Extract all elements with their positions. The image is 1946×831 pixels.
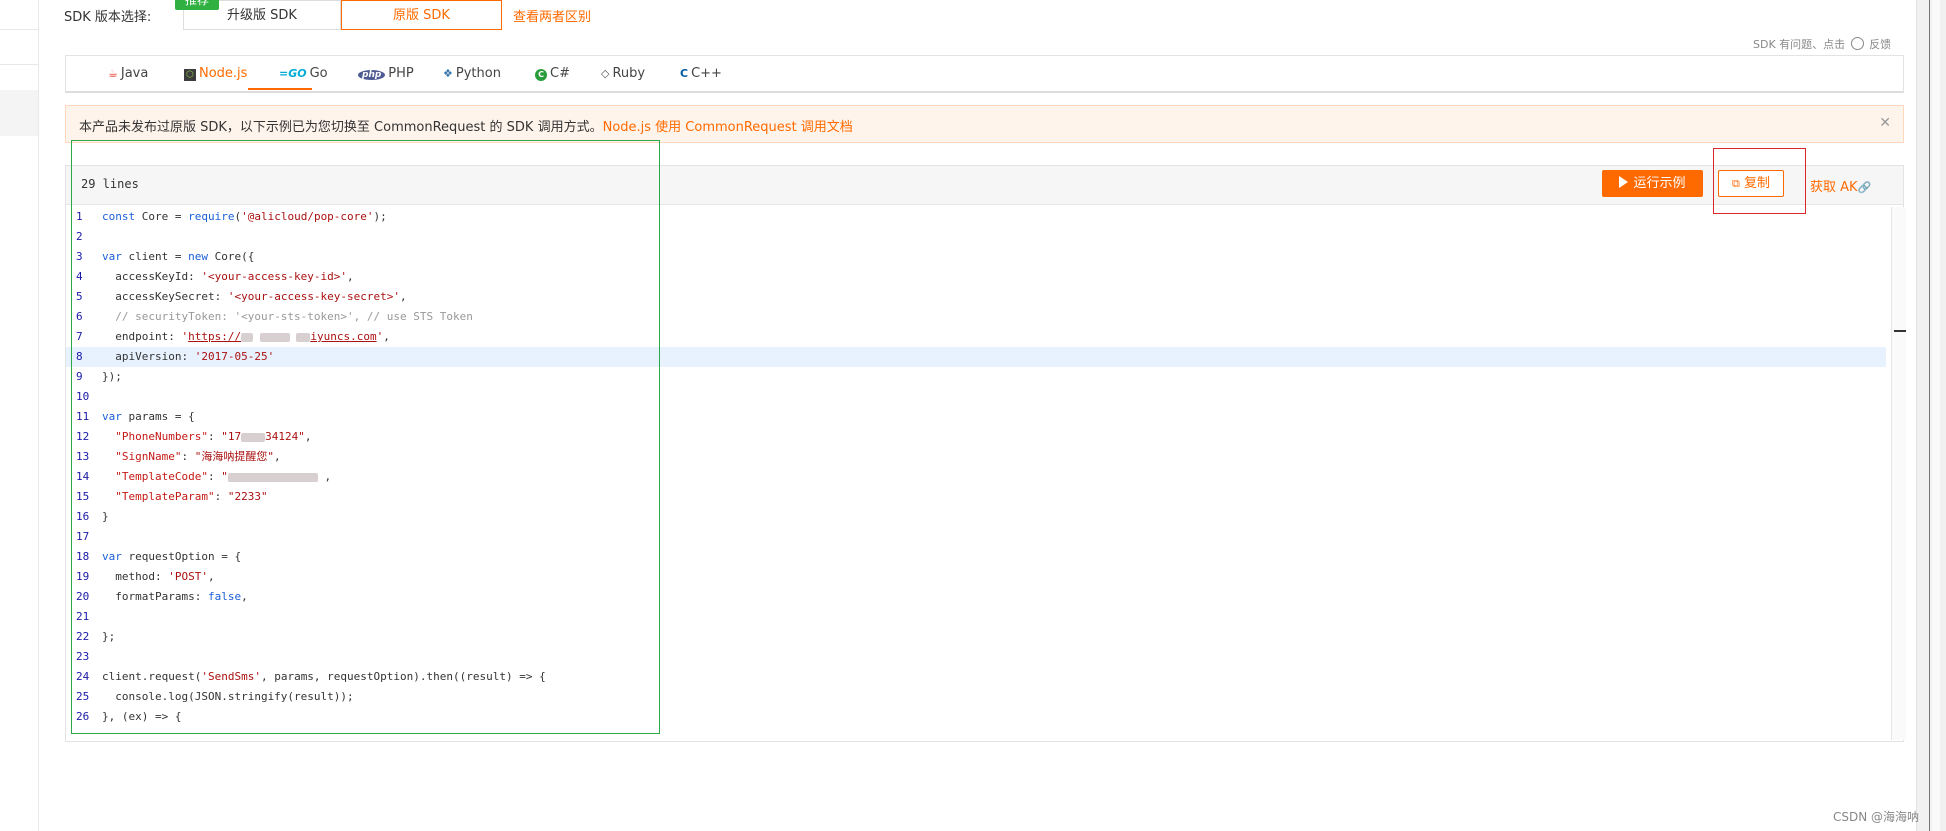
python-icon: ❖ (443, 67, 453, 80)
language-tabs: ☕ Java ⬡ Node.js =GO Go php PHP ❖ Python C C# … (65, 55, 1904, 93)
close-icon[interactable]: ✕ (1879, 115, 1891, 131)
code-line: 13 "SignName": "海海呐提醒您", (76, 450, 281, 463)
code-line-highlighted: 8 apiVersion: '2017-05-25' (66, 347, 1886, 367)
code-line: 26}, (ex) => { (76, 710, 182, 723)
redacted-text (241, 332, 254, 342)
nodejs-icon: ⬡ (184, 69, 196, 81)
active-tab-indicator (248, 88, 312, 90)
compare-sdk-link[interactable]: 查看两者区别 (513, 6, 591, 25)
run-example-button[interactable]: 运行示例 (1602, 170, 1703, 197)
code-line: 14 "TemplateCode": " , (76, 470, 332, 483)
play-icon (1619, 176, 1629, 188)
scroll-position-marker (1894, 330, 1906, 332)
redacted-text (296, 332, 311, 342)
tab-php[interactable]: php PHP (358, 66, 414, 81)
get-ak-link[interactable]: 获取 AK🔗 (1810, 176, 1871, 195)
tab-csharp[interactable]: C C# (535, 66, 570, 81)
code-line: 12 "PhoneNumbers": "17 34124", (76, 430, 312, 443)
code-line: 10 (76, 390, 90, 403)
copy-label: 复制 (1743, 176, 1770, 191)
lines-count: 29 lines (81, 177, 139, 191)
code-panel-header: 29 lines 运行示例 ⧉ 复制 获取 AK🔗 (66, 166, 1903, 205)
code-line: 7 endpoint: 'https:// iyuncs.com', (76, 330, 390, 343)
original-sdk-button[interactable]: 原版 SDK (341, 0, 502, 30)
feedback-prefix: SDK 有问题、点击 (1753, 38, 1846, 51)
go-icon: =GO (279, 67, 307, 80)
left-nav-divider (0, 64, 38, 65)
ruby-icon: ◇ (601, 67, 610, 80)
code-line: 22}; (76, 630, 116, 643)
left-nav-active-item[interactable] (0, 90, 38, 136)
watermark: CSDN @海海呐 (1833, 810, 1920, 824)
code-line: 25 console.log(JSON.stringify(result)); (76, 690, 354, 703)
tab-go[interactable]: =GO Go (279, 66, 328, 81)
redacted-text (241, 432, 266, 442)
code-line: 15 "TemplateParam": "2233" (76, 490, 268, 503)
copy-icon: ⧉ (1731, 177, 1740, 190)
code-line: 6 // securityToken: '<your-sts-token>', … (76, 310, 473, 323)
code-line: 17 (76, 530, 90, 543)
code-line: 21 (76, 610, 90, 623)
code-line: 24 client.request('SendSms', params, requ… (76, 670, 546, 683)
page-scrollbar-track-line (1929, 0, 1930, 831)
code-line: 2 (76, 230, 83, 243)
page-scrollbar-thumb[interactable] (1932, 0, 1940, 831)
commonrequest-doc-link[interactable]: Node.js 使用 CommonRequest 调用文档 (603, 120, 853, 135)
tab-python[interactable]: ❖ Python (443, 66, 501, 81)
feedback-label: 反馈 (1869, 38, 1892, 51)
code-line: 5 accessKeySecret: '<your-access-key-sec… (76, 290, 407, 303)
code-line: 19 method: 'POST', (76, 570, 215, 583)
code-line: 23 (76, 650, 90, 663)
code-line: 3 var client = new Core({ (76, 250, 255, 263)
code-editor[interactable]: 1 const Core = require('@alicloud/pop-cor… (66, 207, 1886, 740)
recommended-badge: 推荐 (175, 0, 219, 10)
sdk-version-label: SDK 版本选择: (64, 10, 152, 25)
code-line: 16} (76, 510, 109, 523)
code-line: 20 formatParams: false, (76, 590, 248, 603)
redacted-text (227, 472, 318, 482)
sad-face-icon (1850, 37, 1864, 50)
link-icon: 🔗 (1857, 181, 1872, 194)
notice-banner: 本产品未发布过原版 SDK，以下示例已为您切换至 CommonRequest 的… (65, 105, 1904, 143)
csharp-icon: C (535, 69, 547, 81)
left-nav-divider (0, 29, 38, 30)
java-icon: ☕ (108, 67, 118, 80)
code-line: 18 var requestOption = { (76, 550, 242, 563)
notice-text: 本产品未发布过原版 SDK，以下示例已为您切换至 CommonRequest 的… (79, 120, 603, 135)
tab-nodejs[interactable]: ⬡ Node.js (184, 66, 247, 81)
tab-cpp[interactable]: C C++ (680, 66, 722, 81)
code-line: 1 const Core = require('@alicloud/pop-cor… (76, 210, 387, 223)
copy-button[interactable]: ⧉ 复制 (1718, 170, 1784, 197)
code-line: 11 var params = { (76, 410, 195, 423)
tab-java[interactable]: ☕ Java (108, 66, 148, 81)
php-icon: php (358, 70, 386, 80)
cpp-icon: C (680, 67, 689, 80)
page-scrollbar[interactable] (1916, 0, 1946, 831)
code-line: 4 accessKeyId: '<your-access-key-id>', (76, 270, 354, 283)
feedback-hint[interactable]: SDK 有问题、点击 反馈 (1753, 36, 1891, 52)
redacted-text (259, 332, 290, 342)
code-line: 9}); (76, 370, 122, 383)
code-panel: 29 lines 运行示例 ⧉ 复制 获取 AK🔗 1 const Core = … (65, 165, 1906, 742)
run-example-label: 运行示例 (1633, 176, 1686, 191)
code-scrollbar[interactable] (1891, 207, 1906, 740)
tab-ruby[interactable]: ◇ Ruby (601, 66, 645, 81)
